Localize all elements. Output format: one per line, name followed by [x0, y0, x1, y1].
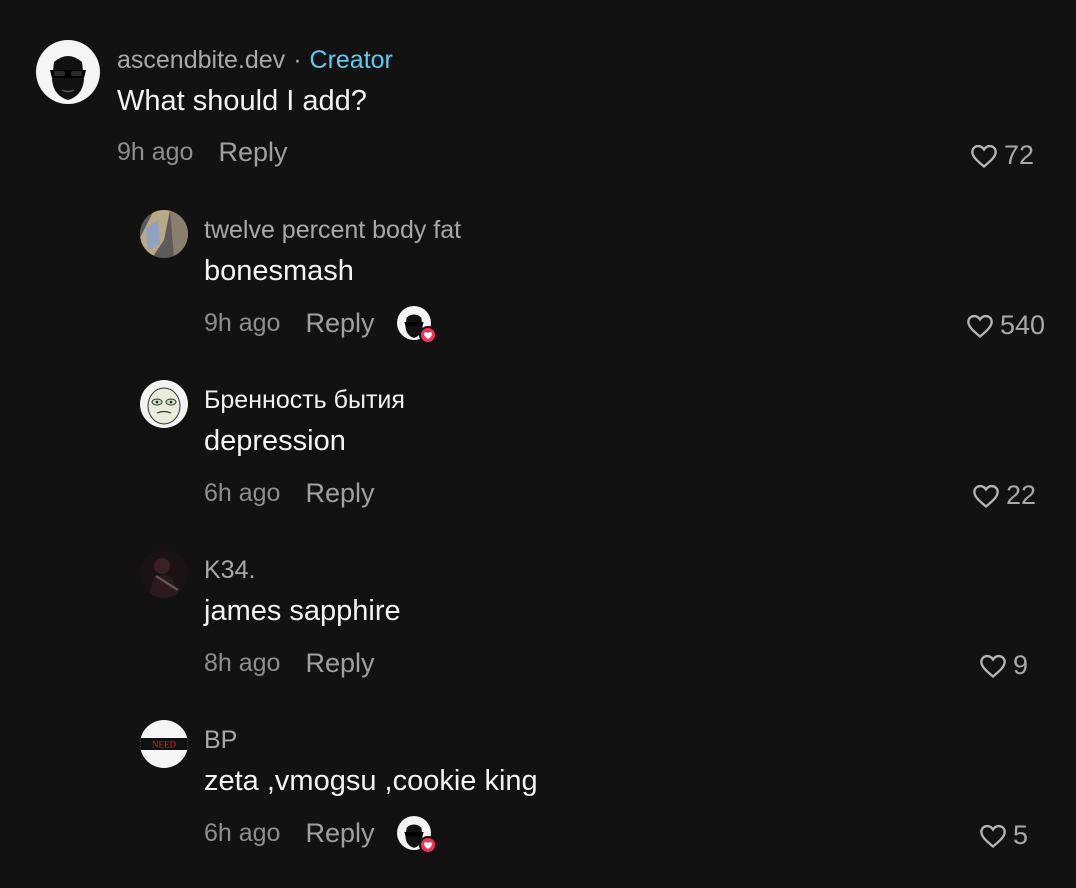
need-text-avatar[interactable]: NEED: [140, 720, 188, 768]
avatar-logo-text: NEED: [152, 740, 176, 750]
heart-badge-icon: [418, 326, 437, 344]
username[interactable]: Бренность бытия: [204, 386, 405, 415]
photo-avatar[interactable]: [140, 210, 188, 258]
comment-text: bonesmash: [204, 255, 354, 287]
creator-liked-indicator: [396, 816, 437, 854]
heart-icon: [967, 314, 993, 338]
separator: ·: [293, 46, 302, 74]
username[interactable]: K34.: [204, 556, 255, 585]
timestamp: 9h ago: [117, 137, 194, 166]
dark-photo-avatar[interactable]: [140, 550, 188, 598]
masked-face-avatar[interactable]: [36, 40, 100, 104]
creator-liked-indicator: [396, 306, 437, 344]
heart-icon: [971, 144, 997, 168]
timestamp: 6h ago: [204, 478, 281, 507]
like-count: 5: [1012, 820, 1028, 850]
like-button[interactable]: 72: [970, 140, 1034, 171]
like-button[interactable]: 540: [966, 310, 1045, 341]
comment-text: zeta ,vmogsu ,cookie king: [204, 765, 538, 797]
reply-button[interactable]: Reply: [218, 137, 287, 168]
like-count: 9: [1012, 650, 1028, 680]
reply-button[interactable]: Reply: [305, 308, 374, 339]
heart-icon: [973, 484, 999, 508]
like-count: 540: [999, 310, 1045, 340]
reply-button[interactable]: Reply: [305, 648, 374, 679]
comment-header: K34.: [204, 556, 255, 585]
comment-meta: 9h ago Reply: [204, 305, 437, 344]
heart-icon: [980, 824, 1006, 848]
like-button[interactable]: 9: [979, 650, 1028, 681]
username[interactable]: BP: [204, 726, 237, 755]
username[interactable]: twelve percent body fat: [204, 216, 461, 245]
like-count: 22: [1005, 480, 1036, 510]
comment-header: ascendbite.dev · Creator: [117, 46, 393, 75]
timestamp: 8h ago: [204, 648, 281, 677]
like-count: 72: [1003, 140, 1034, 170]
comment-header: twelve percent body fat: [204, 216, 461, 245]
like-button[interactable]: 22: [972, 480, 1036, 511]
comment-meta: 6h ago Reply: [204, 815, 437, 854]
heart-icon: [980, 654, 1006, 678]
comment-text: depression: [204, 425, 346, 457]
comment-meta: 6h ago Reply: [204, 475, 375, 511]
heart-badge-icon: [418, 836, 437, 854]
like-button[interactable]: 5: [979, 820, 1028, 851]
comment-text: What should I add?: [117, 85, 367, 117]
meme-face-avatar[interactable]: [140, 380, 188, 428]
comment-header: BP: [204, 726, 237, 755]
reply-button[interactable]: Reply: [305, 818, 374, 849]
comment-header: Бренность бытия: [204, 386, 405, 415]
creator-badge: Creator: [309, 46, 393, 74]
comment-meta: 8h ago Reply: [204, 645, 375, 681]
username[interactable]: ascendbite.dev: [117, 46, 285, 75]
timestamp: 9h ago: [204, 308, 281, 337]
comment-text: james sapphire: [204, 595, 401, 627]
comment-meta: 9h ago Reply: [117, 136, 288, 168]
timestamp: 6h ago: [204, 818, 281, 847]
comment-thread: ascendbite.dev · Creator What should I a…: [0, 0, 1076, 888]
reply-button[interactable]: Reply: [305, 478, 374, 509]
